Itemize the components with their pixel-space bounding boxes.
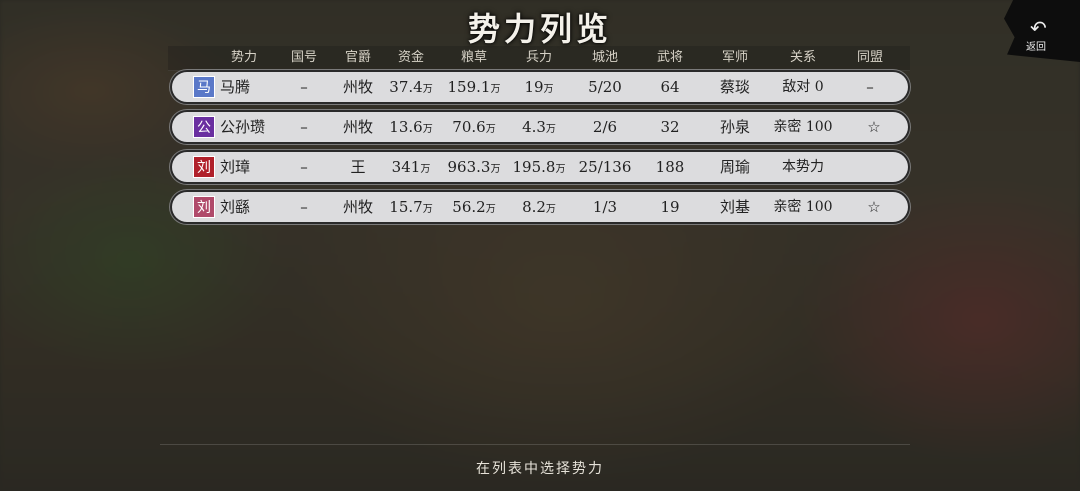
back-label: 返回	[1026, 42, 1046, 53]
country-name: –	[300, 118, 308, 136]
food: 159.1万	[447, 78, 501, 96]
col-header-faction: 势力	[230, 50, 257, 65]
faction-badge: 刘	[193, 196, 215, 218]
relation: 亲密 100	[773, 119, 833, 135]
funds: 13.6万	[389, 118, 433, 136]
generals: 19	[660, 198, 680, 216]
troops: 195.8万	[512, 158, 566, 176]
advisor: 蔡琰	[719, 78, 750, 96]
faction-row[interactable]: 刘 刘繇 – 州牧 15.7万 56.2万 8.2万 1/3 19 刘基 亲密 …	[172, 192, 908, 222]
cities: 5/20	[588, 78, 622, 96]
undo-arrow-icon: ↶	[1030, 16, 1047, 40]
col-header-rank: 官爵	[344, 50, 371, 65]
col-header-troops: 兵力	[525, 50, 552, 65]
troops: 19万	[524, 78, 554, 96]
faction-name: 公孙瓒	[220, 118, 266, 136]
troops: 4.3万	[522, 118, 556, 136]
troops: 8.2万	[522, 198, 556, 216]
food: 70.6万	[452, 118, 496, 136]
country-name: –	[300, 158, 308, 176]
footer-hint: 在列表中选择势力	[476, 461, 604, 477]
back-button[interactable]: ↶ 返回	[1004, 0, 1080, 62]
faction-badge: 刘	[193, 156, 215, 178]
cities: 1/3	[592, 198, 618, 216]
col-header-generals: 武将	[656, 50, 683, 65]
country-name: –	[300, 78, 308, 96]
page-title: 势力列览	[467, 10, 612, 48]
faction-row[interactable]: 刘 刘璋 – 王 341万 963.3万 195.8万 25/136 188 周…	[172, 152, 908, 182]
rank: 王	[350, 158, 366, 176]
col-header-relation: 关系	[789, 50, 816, 65]
cities: 2/6	[592, 118, 618, 136]
faction-badge: 公	[193, 116, 215, 138]
col-header-advisor: 军师	[721, 50, 748, 65]
relation: 本势力	[782, 159, 824, 175]
relation: 敌对 0	[782, 79, 824, 95]
country-name: –	[300, 198, 308, 216]
alliance: –	[866, 78, 874, 96]
alliance	[840, 152, 900, 182]
rank: 州牧	[342, 118, 373, 136]
faction-name: 刘璋	[220, 158, 251, 176]
table-header: 势力 国号 官爵 资金 粮草 兵力 城池 武将 军师 关系 同盟	[168, 46, 910, 71]
col-header-alliance: 同盟	[856, 50, 883, 65]
cities: 25/136	[578, 158, 632, 176]
star-outline-icon[interactable]: ☆	[844, 192, 904, 222]
funds: 15.7万	[389, 198, 433, 216]
generals: 32	[660, 118, 680, 136]
generals: 64	[660, 78, 680, 96]
faction-badge: 马	[193, 76, 215, 98]
advisor: 孙泉	[719, 118, 750, 136]
footer-divider	[160, 444, 910, 445]
col-header-funds: 资金	[397, 50, 424, 65]
faction-name: 刘繇	[220, 198, 251, 216]
relation: 亲密 100	[773, 199, 833, 215]
col-header-country: 国号	[290, 50, 317, 65]
advisor: 刘基	[719, 198, 750, 216]
funds: 341万	[391, 158, 431, 176]
star-outline-icon[interactable]: ☆	[844, 112, 904, 142]
advisor: 周瑜	[719, 158, 750, 176]
rank: 州牧	[342, 78, 373, 96]
faction-name: 马腾	[220, 78, 251, 96]
col-header-cities: 城池	[591, 50, 618, 65]
funds: 37.4万	[389, 78, 433, 96]
food: 56.2万	[452, 198, 496, 216]
col-header-food: 粮草	[460, 50, 487, 65]
faction-row[interactable]: 公 公孙瓒 – 州牧 13.6万 70.6万 4.3万 2/6 32 孙泉 亲密…	[172, 112, 908, 142]
faction-row[interactable]: 马 马腾 – 州牧 37.4万 159.1万 19万 5/20 64 蔡琰 敌对…	[172, 72, 908, 102]
rank: 州牧	[342, 198, 373, 216]
food: 963.3万	[447, 158, 501, 176]
generals: 188	[655, 158, 685, 176]
